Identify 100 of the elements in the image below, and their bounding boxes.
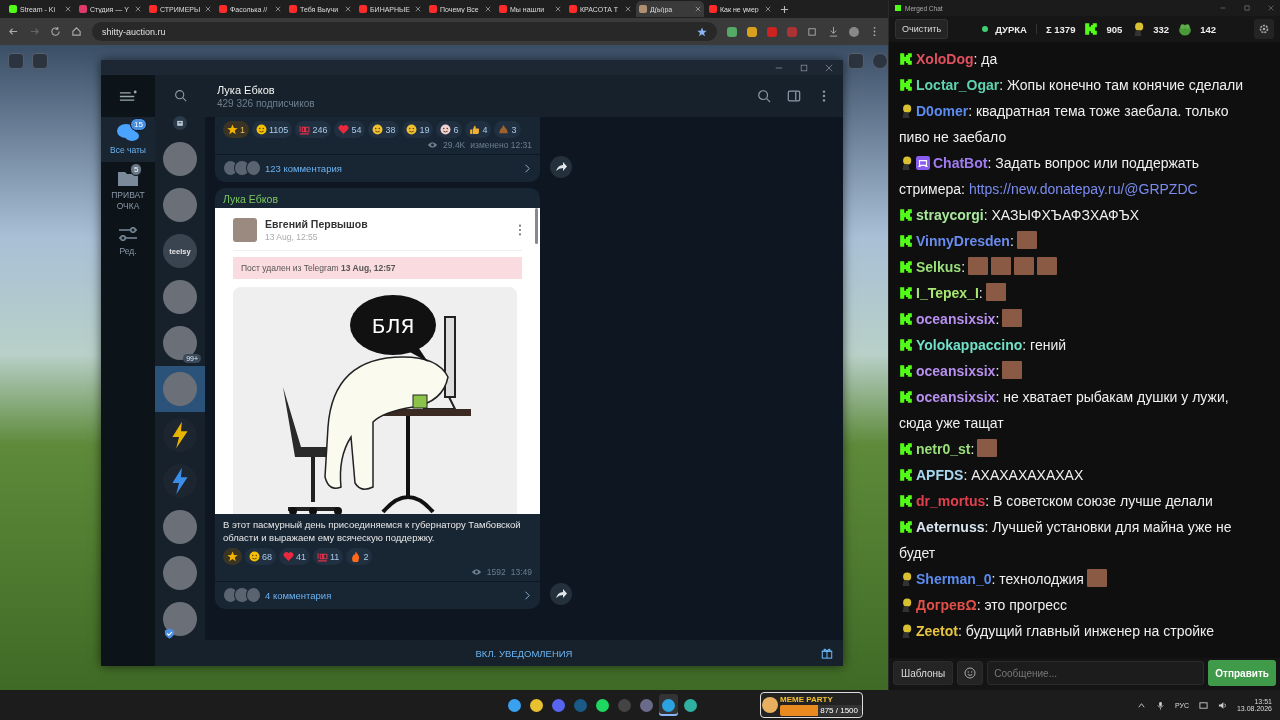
puzzle-icon[interactable] xyxy=(807,26,818,37)
emoji-face-icon xyxy=(249,551,260,562)
chevron-up-icon[interactable] xyxy=(1136,700,1146,710)
chat-message-text: сюда уже тащат xyxy=(899,415,1004,431)
emoji-button[interactable] xyxy=(957,661,984,685)
reload-icon[interactable] xyxy=(50,26,61,37)
reaction-chip[interactable]: 2 xyxy=(346,548,373,565)
reaction-chip[interactable]: 19 xyxy=(402,121,434,138)
post-author: Лука Ебков xyxy=(222,192,279,207)
kick-logo-icon xyxy=(899,390,913,404)
chat-message-text: : xyxy=(1009,233,1014,249)
taskbar-app-icon[interactable] xyxy=(658,694,678,716)
plus-icon[interactable] xyxy=(780,4,789,14)
author-name: Евгений Первышов xyxy=(265,218,369,230)
close-icon[interactable] xyxy=(625,6,631,12)
close-icon[interactable] xyxy=(825,63,833,72)
viewer-count: 332 xyxy=(1153,23,1170,35)
home-icon[interactable] xyxy=(71,26,82,37)
kick-logo-icon xyxy=(899,468,913,482)
send-button[interactable]: Отправить xyxy=(1208,660,1276,686)
reaction-chip[interactable]: 41 xyxy=(279,548,311,565)
reaction-chip[interactable]: 246 xyxy=(295,121,332,138)
reaction-chip[interactable]: 54 xyxy=(334,121,366,138)
close-icon[interactable] xyxy=(205,6,211,12)
close-icon[interactable] xyxy=(1268,5,1274,11)
display-icon[interactable] xyxy=(1198,700,1208,710)
reaction-chip[interactable]: 1105 xyxy=(252,121,293,138)
chat-username[interactable]: XoloDog xyxy=(916,51,974,67)
extension-icon[interactable] xyxy=(727,26,737,37)
reaction-chip[interactable] xyxy=(223,548,242,565)
extension-icon[interactable] xyxy=(747,26,757,37)
scrollbar-thumb[interactable] xyxy=(535,208,538,244)
menu-icon[interactable] xyxy=(119,89,137,103)
deleted-post-notice: Пост удален из Telegram 13 Aug, 12:57 xyxy=(233,257,522,279)
speaker-icon[interactable] xyxy=(1217,700,1227,710)
search-icon[interactable] xyxy=(173,89,187,102)
viewer-count: Σ 1379 xyxy=(1045,23,1076,35)
chat-username[interactable]: ДогревΩ xyxy=(916,597,977,613)
profile-avatar-icon[interactable] xyxy=(849,26,859,37)
kick-logo-icon xyxy=(899,442,913,456)
kick-logo-icon xyxy=(899,260,913,274)
reaction-chip[interactable]: 38 xyxy=(368,121,400,138)
reaction-chip[interactable]: 3 xyxy=(494,121,521,138)
kick-logo-icon xyxy=(899,52,913,66)
share-button[interactable] xyxy=(550,156,572,178)
comments-link[interactable]: 123 комментария xyxy=(215,154,540,182)
emote-image xyxy=(1086,569,1107,587)
kick-logo-icon xyxy=(899,494,913,508)
download-icon[interactable] xyxy=(828,26,839,37)
more-icon[interactable] xyxy=(518,224,522,236)
back-arrow-icon[interactable] xyxy=(8,26,19,37)
maximize-icon[interactable] xyxy=(800,63,808,72)
address-field[interactable]: shitty-auction.ru xyxy=(92,22,717,41)
reaction-chip[interactable]: 6 xyxy=(436,121,463,138)
close-icon[interactable] xyxy=(65,6,71,12)
reaction-chip[interactable]: 1 xyxy=(223,121,249,138)
star-icon[interactable] xyxy=(697,26,707,37)
chat-username[interactable]: Zeetot xyxy=(916,623,958,639)
microphone-icon[interactable] xyxy=(1155,700,1165,710)
share-button[interactable] xyxy=(550,583,572,605)
close-icon[interactable] xyxy=(695,6,701,12)
emote-image xyxy=(1014,257,1035,275)
view-count: 1592 xyxy=(486,567,506,577)
avatar-photo-placeholder xyxy=(163,510,197,544)
close-icon[interactable] xyxy=(485,6,491,12)
avatar-photo-placeholder xyxy=(233,218,257,242)
kick-logo-icon xyxy=(899,520,913,534)
folder-tab[interactable]: Ред. xyxy=(101,218,155,263)
close-icon[interactable] xyxy=(135,6,141,12)
close-icon[interactable] xyxy=(555,6,561,12)
channel-name: ДУРКА xyxy=(995,23,1027,35)
reaction-chip[interactable]: 4 xyxy=(465,121,492,138)
comments-link[interactable]: 4 комментария xyxy=(215,581,540,609)
reaction-chip[interactable]: 11 xyxy=(313,548,344,565)
message-input[interactable]: Сообщение... xyxy=(987,661,1205,685)
site-icon xyxy=(219,5,227,13)
reaction-chip[interactable]: 68 xyxy=(245,548,276,565)
search-icon[interactable] xyxy=(757,89,771,103)
templates-button[interactable]: Шаблоны xyxy=(893,661,954,685)
heart-icon xyxy=(338,124,350,135)
gift-icon[interactable] xyxy=(821,647,833,659)
clear-button[interactable]: Очистить xyxy=(895,19,949,39)
close-icon[interactable] xyxy=(765,6,771,12)
donation-link[interactable]: https://new.donatepay.ru/@GRPZDC xyxy=(968,181,1198,197)
kick-logo-icon xyxy=(899,234,913,248)
avatar-photo-placeholder xyxy=(163,556,197,590)
commenter-avatars-icon xyxy=(223,587,257,603)
star-icon xyxy=(227,124,238,135)
enable-notifications-button[interactable]: ВКЛ. УВЕДОМЛЕНИЯ xyxy=(475,647,573,659)
close-icon[interactable] xyxy=(275,6,281,12)
subscriber-count: 429 326 подписчиков xyxy=(217,97,316,109)
chat-username[interactable]: straycorgi xyxy=(916,207,984,223)
settings-button[interactable] xyxy=(1254,19,1274,39)
chat-username[interactable]: I_Tepex_I xyxy=(916,285,979,301)
chevron-right-icon xyxy=(524,163,530,173)
folder-tab[interactable]: 15 Все чаты xyxy=(101,117,155,162)
chat-username[interactable]: VinnyDresden xyxy=(916,233,1010,249)
folder-tab[interactable]: 5 ПРИВАТ ОЧКА xyxy=(101,162,155,218)
close-icon[interactable] xyxy=(345,6,351,12)
close-icon[interactable] xyxy=(415,6,421,12)
